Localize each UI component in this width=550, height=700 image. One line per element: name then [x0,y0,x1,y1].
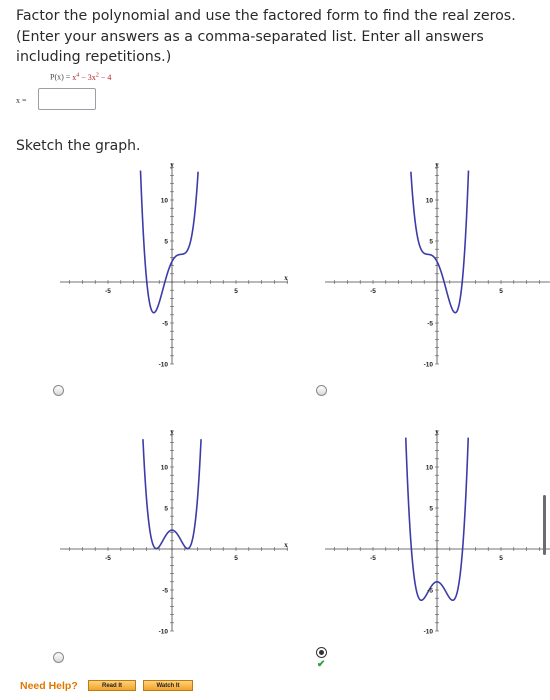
formula-lhs: P(x) = [50,72,73,82]
y-axis-label: y [435,161,439,169]
polynomial-curve [139,170,199,314]
answer-input[interactable] [38,88,96,110]
y-tick-label-neg5: -5 [162,321,168,328]
radio-option-3[interactable] [53,652,64,663]
correct-check-icon: ✔ [317,659,326,670]
x-tick-label-neg5: -5 [370,555,376,562]
y-tick-label-10: 10 [426,465,434,472]
y-tick-label-5: 5 [164,506,168,513]
polynomial-curve [410,170,470,314]
graph-option-2: -5 5 10 5 -5 -10 y [325,158,550,368]
y-tick-label-5: 5 [164,239,168,246]
x-tick-label-5: 5 [499,288,503,295]
graph-svg: -5 5 10 5 -5 -10 y x [60,428,288,636]
sketch-label: Sketch the graph. [16,138,141,154]
y-tick-label-neg10: -10 [159,362,169,369]
y-axis-label: y [435,428,439,436]
y-tick-label-neg5: -5 [427,321,433,328]
polynomial-formula: P(x) = x4 − 3x2 − 4 [50,72,111,82]
y-tick-label-10: 10 [161,465,169,472]
x-tick-label-neg5: -5 [105,288,111,295]
formula-tail: − 4 [98,72,112,82]
y-tick-label-5: 5 [429,239,433,246]
y-tick-label-5: 5 [429,506,433,513]
answer-label: x = [16,96,27,105]
graph-svg: -5 5 10 5 -5 -10 y [325,428,550,636]
y-tick-label-10: 10 [426,198,434,205]
y-axis-label: y [170,161,174,169]
y-tick-label-neg5: -5 [162,588,168,595]
x-tick-label-5: 5 [499,555,503,562]
graph-svg: -5 5 10 5 -5 -10 y x [60,161,288,369]
graph-option-3: -5 5 10 5 -5 -10 y x [60,425,300,635]
graph-option-4: -5 5 10 5 -5 -10 y [325,425,550,635]
radio-option-1[interactable] [53,385,64,396]
x-tick-label-neg5: -5 [105,555,111,562]
x-axis-label: x [284,274,288,282]
read-it-button[interactable]: Read It [88,680,136,691]
graph-svg: -5 5 10 5 -5 -10 y [325,161,550,369]
graph-option-1: -5 5 10 5 -5 -10 y x [60,158,300,368]
radio-option-2[interactable] [316,385,327,396]
x-tick-label-5: 5 [234,555,238,562]
x-tick-label-5: 5 [234,288,238,295]
need-help-label: Need Help? [20,680,78,692]
y-tick-label-10: 10 [161,198,169,205]
watch-it-button[interactable]: Watch It [143,680,193,691]
radio-option-4[interactable] [316,647,327,658]
question-text: Factor the polynomial and use the factor… [16,8,516,65]
y-tick-label-neg10: -10 [424,362,434,369]
y-axis-label: y [170,428,174,436]
y-tick-label-neg10: -10 [424,629,434,636]
x-tick-label-neg5: -5 [370,288,376,295]
formula-mid: − 3x [79,72,96,82]
scrollbar-thumb[interactable] [543,495,546,555]
y-tick-label-neg10: -10 [159,629,169,636]
x-axis-label: x [284,541,288,549]
y-tick-label-neg5: -5 [427,588,433,595]
